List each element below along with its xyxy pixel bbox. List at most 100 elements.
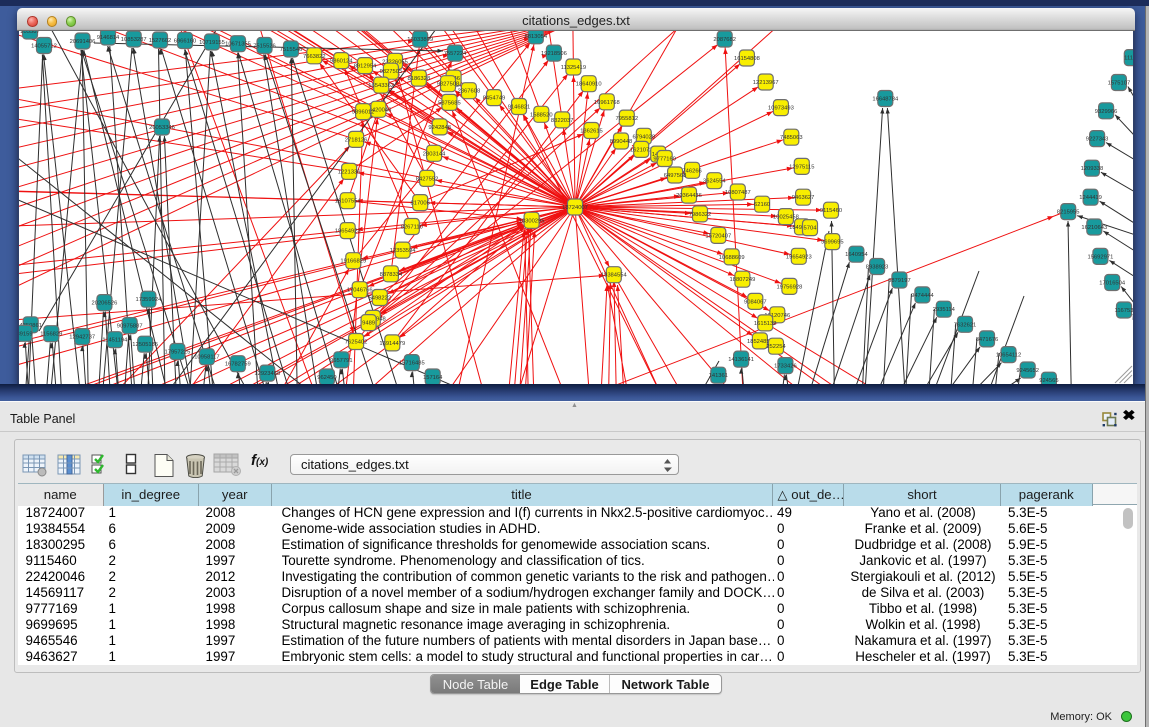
svg-text:19384554: 19384554 bbox=[601, 273, 628, 279]
svg-text:7625402: 7625402 bbox=[345, 340, 368, 346]
svg-text:2087682: 2087682 bbox=[713, 37, 736, 43]
svg-text:10719155: 10719155 bbox=[199, 40, 225, 46]
svg-text:9699695: 9699695 bbox=[821, 240, 844, 246]
svg-text:8322037: 8322037 bbox=[551, 118, 574, 124]
svg-text:8267110: 8267110 bbox=[401, 225, 423, 231]
svg-text:10958117: 10958117 bbox=[194, 355, 219, 361]
svg-text:7515526: 7515526 bbox=[253, 44, 276, 50]
svg-text:14136141: 14136141 bbox=[728, 357, 754, 363]
svg-text:9146821: 9146821 bbox=[508, 105, 531, 111]
svg-text:8813054: 8813054 bbox=[525, 34, 548, 40]
svg-text:11451194: 11451194 bbox=[102, 338, 128, 344]
svg-text:7485063: 7485063 bbox=[780, 135, 803, 141]
svg-text:9329966: 9329966 bbox=[1095, 109, 1118, 115]
svg-text:116753: 116753 bbox=[1115, 308, 1133, 314]
svg-text:7557224: 7557224 bbox=[444, 51, 467, 57]
svg-text:8878334: 8878334 bbox=[380, 272, 403, 278]
svg-text:6966160: 6966160 bbox=[174, 39, 197, 45]
svg-text:12923468: 12923468 bbox=[254, 371, 280, 377]
svg-text:2367608: 2367608 bbox=[458, 89, 481, 95]
svg-text:962450: 962450 bbox=[317, 375, 336, 381]
svg-text:15720407: 15720407 bbox=[705, 233, 731, 239]
svg-text:16154808: 16154808 bbox=[734, 56, 760, 62]
svg-text:1527602: 1527602 bbox=[149, 38, 172, 44]
svg-text:16961768: 16961768 bbox=[594, 100, 620, 106]
svg-text:20691406: 20691406 bbox=[70, 39, 96, 45]
svg-text:7632621: 7632621 bbox=[954, 322, 977, 328]
svg-text:1362615: 1362615 bbox=[580, 129, 603, 135]
svg-text:17359924: 17359924 bbox=[136, 297, 163, 303]
svg-text:3624554: 3624554 bbox=[703, 179, 726, 185]
svg-text:9227343: 9227343 bbox=[1086, 137, 1109, 143]
svg-text:12353594: 12353594 bbox=[390, 248, 417, 254]
svg-text:1588520: 1588520 bbox=[530, 112, 553, 118]
svg-text:18640910: 18640910 bbox=[576, 82, 602, 88]
svg-text:1221336: 1221336 bbox=[338, 169, 361, 175]
svg-text:26053346: 26053346 bbox=[149, 125, 175, 131]
svg-text:9084067: 9084067 bbox=[744, 299, 767, 305]
svg-text:8427552: 8427552 bbox=[416, 176, 439, 182]
svg-text:2718126: 2718126 bbox=[345, 137, 368, 143]
svg-text:7986322: 7986322 bbox=[689, 212, 712, 218]
svg-text:16107554: 16107554 bbox=[335, 199, 362, 205]
svg-text:12975115: 12975115 bbox=[789, 164, 814, 170]
svg-text:11172: 11172 bbox=[1124, 56, 1133, 62]
svg-text:9474444: 9474444 bbox=[911, 293, 934, 299]
svg-text:205587: 205587 bbox=[20, 31, 39, 35]
svg-text:1615132: 1615132 bbox=[754, 321, 777, 327]
svg-text:9242848: 9242848 bbox=[428, 125, 451, 131]
svg-text:90975887: 90975887 bbox=[117, 324, 143, 330]
svg-text:1621072: 1621072 bbox=[630, 147, 653, 153]
svg-text:6497568: 6497568 bbox=[664, 173, 687, 179]
svg-text:1244419: 1244419 bbox=[1079, 195, 1102, 201]
svg-text:39159: 39159 bbox=[19, 331, 33, 337]
svg-text:1156829: 1156829 bbox=[40, 332, 62, 338]
svg-text:10807487: 10807487 bbox=[725, 190, 751, 196]
svg-text:9827505: 9827505 bbox=[380, 69, 403, 75]
svg-text:16033809: 16033809 bbox=[407, 37, 433, 43]
svg-text:9860124: 9860124 bbox=[330, 59, 353, 65]
svg-text:62160: 62160 bbox=[754, 202, 770, 208]
svg-text:8990448: 8990448 bbox=[610, 139, 633, 145]
svg-text:12213967: 12213967 bbox=[753, 80, 779, 86]
svg-text:8471676: 8471676 bbox=[976, 337, 999, 343]
svg-text:252254: 252254 bbox=[766, 344, 786, 350]
svg-text:18300295: 18300295 bbox=[519, 218, 545, 224]
svg-text:19654923: 19654923 bbox=[786, 254, 812, 260]
svg-text:15692971: 15692971 bbox=[1088, 254, 1114, 260]
svg-text:9146814: 9146814 bbox=[97, 35, 120, 41]
svg-text:16543362: 16543362 bbox=[368, 83, 394, 89]
svg-text:9896012: 9896012 bbox=[352, 110, 375, 116]
svg-text:20364436: 20364436 bbox=[676, 193, 702, 199]
svg-text:8215955: 8215955 bbox=[1057, 210, 1080, 216]
svg-text:1209338: 1209338 bbox=[1081, 166, 1104, 172]
svg-text:19756928: 19756928 bbox=[777, 284, 803, 290]
svg-text:2935114: 2935114 bbox=[933, 307, 956, 313]
svg-text:157164: 157164 bbox=[423, 375, 443, 381]
svg-text:9245652: 9245652 bbox=[1016, 368, 1039, 374]
svg-text:5498222: 5498222 bbox=[369, 296, 392, 302]
svg-text:8938923: 8938923 bbox=[866, 265, 889, 271]
svg-text:9463627: 9463627 bbox=[792, 195, 815, 201]
svg-text:1733426: 1733426 bbox=[774, 364, 797, 370]
svg-text:17957225: 17957225 bbox=[165, 350, 191, 356]
svg-text:11325419: 11325419 bbox=[561, 65, 586, 71]
svg-text:9657791: 9657791 bbox=[330, 358, 353, 364]
svg-text:16648784: 16648784 bbox=[872, 97, 899, 103]
svg-text:2803144: 2803144 bbox=[423, 151, 446, 157]
svg-text:7515546: 7515546 bbox=[280, 47, 303, 53]
svg-text:6794028: 6794028 bbox=[633, 134, 656, 140]
svg-text:10654112: 10654112 bbox=[996, 353, 1021, 359]
svg-text:17046766: 17046766 bbox=[347, 288, 373, 294]
svg-text:19654923: 19654923 bbox=[335, 229, 361, 235]
svg-text:10853287: 10853287 bbox=[121, 37, 147, 43]
svg-text:10688609: 10688609 bbox=[719, 255, 745, 261]
svg-text:1640954: 1640954 bbox=[845, 252, 868, 258]
svg-text:817006: 817006 bbox=[411, 201, 430, 207]
svg-text:8186328: 8186328 bbox=[408, 76, 431, 82]
svg-text:10973493: 10973493 bbox=[768, 106, 794, 112]
svg-text:5875685: 5875685 bbox=[438, 100, 461, 106]
svg-text:9115460: 9115460 bbox=[820, 208, 842, 214]
svg-text:12505185: 12505185 bbox=[132, 342, 158, 348]
svg-text:1575107: 1575107 bbox=[1108, 81, 1131, 87]
